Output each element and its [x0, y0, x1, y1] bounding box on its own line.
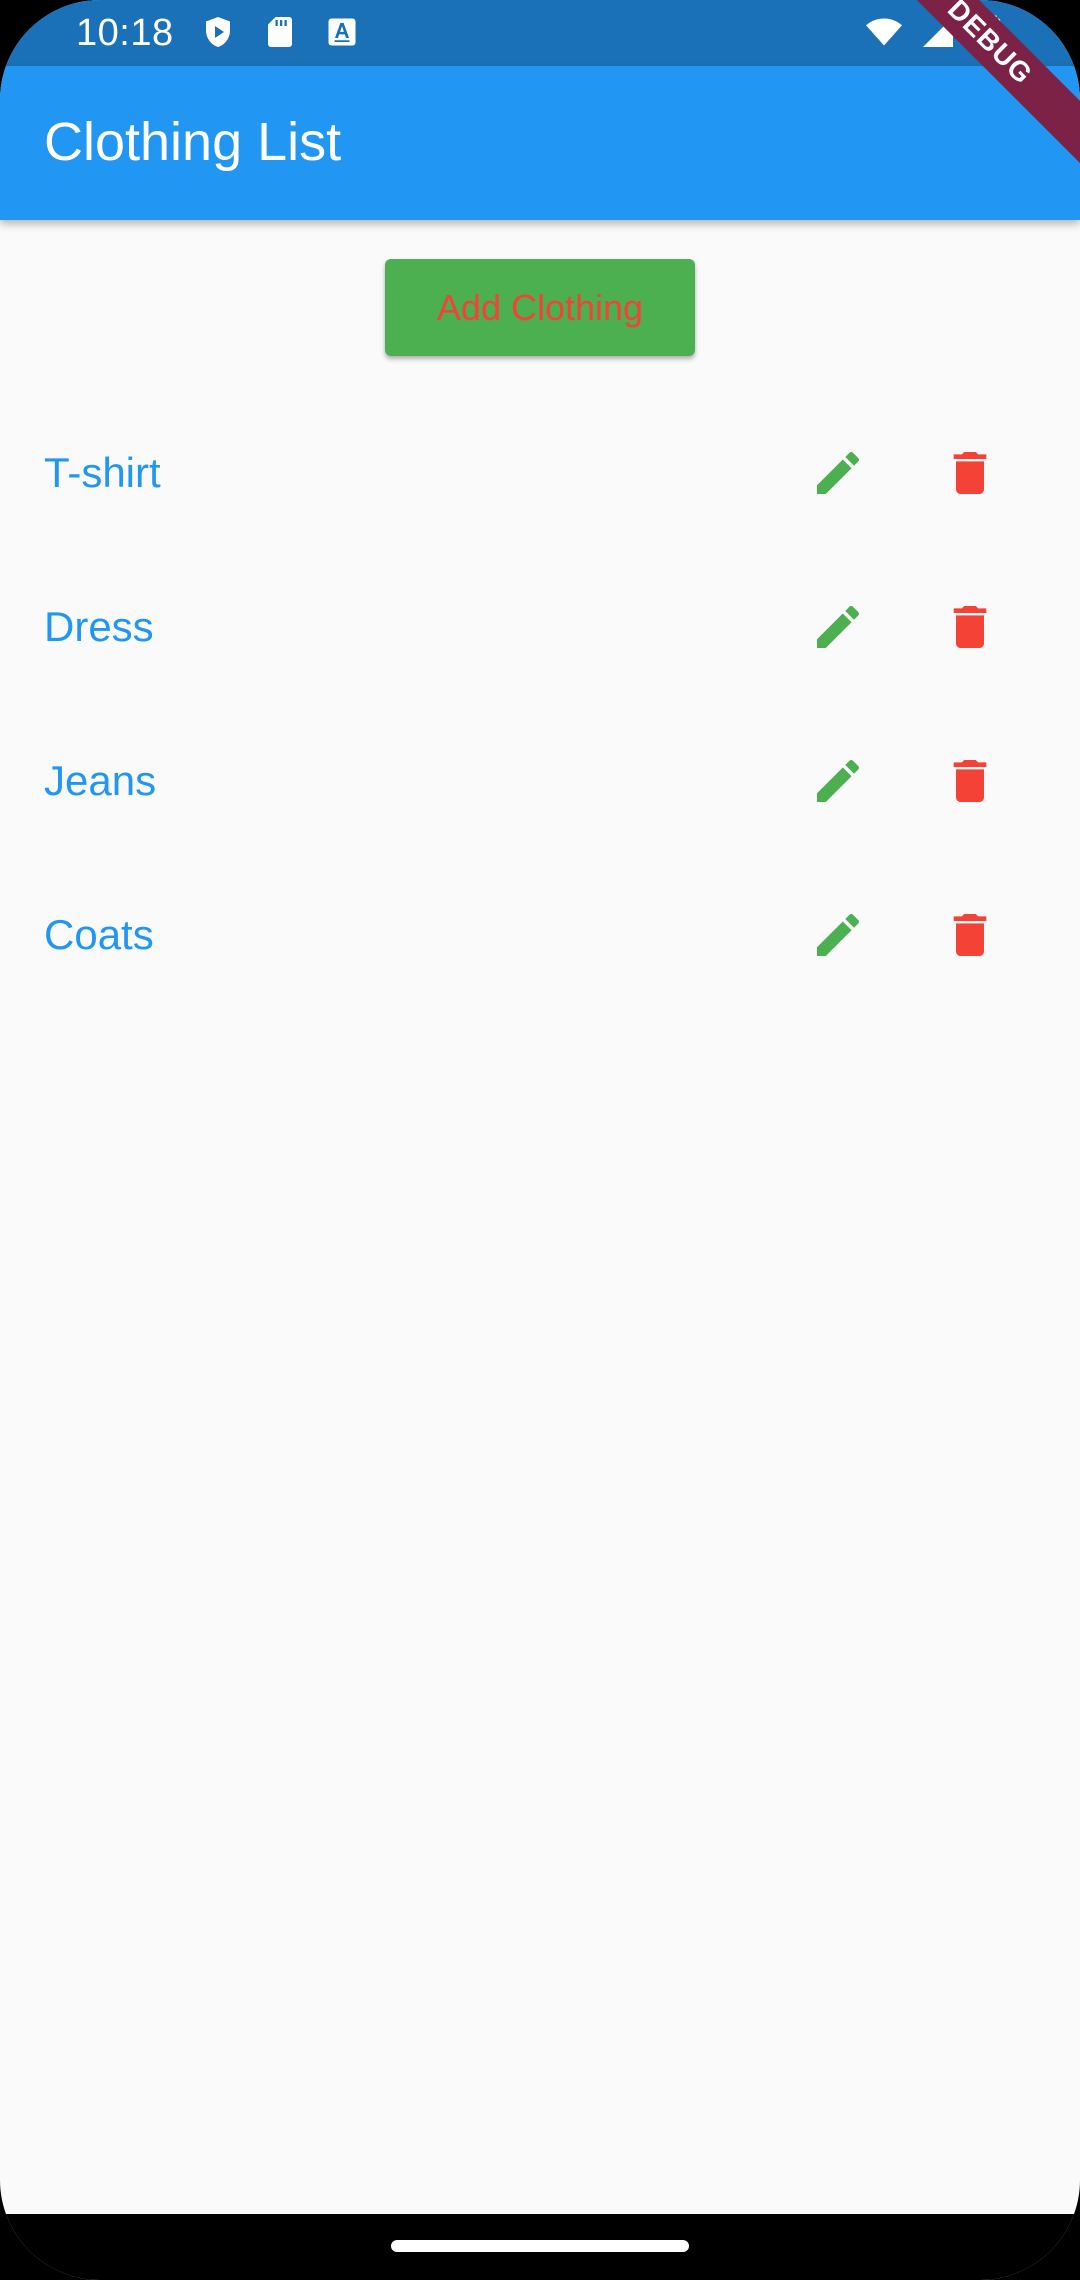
edit-button[interactable] — [798, 433, 878, 513]
delete-button[interactable] — [930, 895, 1010, 975]
list-item: Jeans — [0, 704, 1080, 858]
app-screen: 10:18 DEBUG Clothing List Add Clothing T… — [0, 0, 1080, 2280]
delete-button[interactable] — [930, 741, 1010, 821]
item-name: Coats — [44, 911, 154, 958]
delete-button[interactable] — [930, 587, 1010, 667]
list-item: T-shirt — [0, 396, 1080, 550]
trash-icon — [953, 914, 987, 956]
edit-button[interactable] — [798, 587, 878, 667]
edit-button[interactable] — [798, 741, 878, 821]
app-bar: Clothing List — [0, 66, 1080, 220]
navigation-bar — [0, 2214, 1080, 2280]
status-time: 10:18 — [76, 12, 174, 54]
item-name: Dress — [44, 603, 154, 650]
item-name: Jeans — [44, 757, 157, 804]
pencil-icon — [817, 913, 860, 956]
edit-button[interactable] — [798, 895, 878, 975]
clothing-list: T-shirt Dress Jeans Coats — [0, 396, 1080, 1012]
page-title: Clothing List — [44, 112, 342, 172]
sd-card-icon — [262, 14, 298, 50]
status-bar: 10:18 — [0, 0, 1080, 66]
pencil-icon — [817, 605, 860, 648]
pencil-icon — [817, 451, 860, 494]
home-handle[interactable] — [391, 2240, 689, 2252]
item-name: T-shirt — [44, 449, 161, 496]
pencil-icon — [817, 759, 860, 802]
trash-icon — [953, 606, 987, 648]
keyboard-a-icon — [324, 14, 360, 50]
trash-icon — [953, 452, 987, 494]
add-clothing-button[interactable]: Add Clothing — [385, 259, 695, 356]
shield-play-icon — [200, 14, 236, 50]
trash-icon — [953, 760, 987, 802]
delete-button[interactable] — [930, 433, 1010, 513]
list-item: Dress — [0, 550, 1080, 704]
status-icons-left — [200, 14, 360, 50]
list-item: Coats — [0, 858, 1080, 1012]
wifi-icon — [866, 14, 902, 50]
